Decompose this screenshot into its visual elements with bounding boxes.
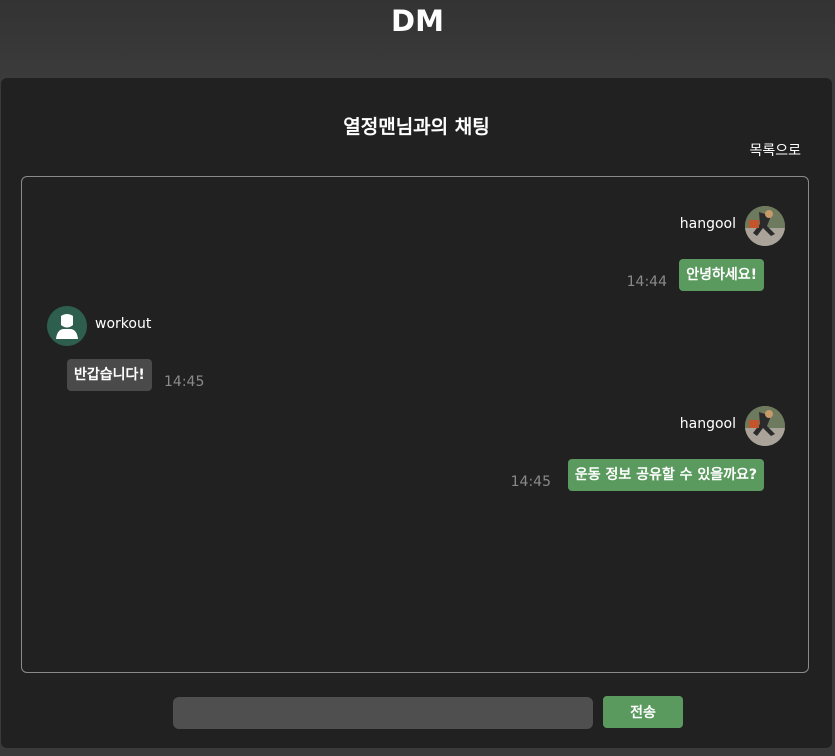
page-title: DM bbox=[391, 4, 444, 38]
message-time: 14:45 bbox=[510, 474, 551, 490]
avatar bbox=[47, 306, 87, 346]
sender-name: hangool bbox=[679, 416, 736, 432]
message-list[interactable]: hangool 안녕하세요! 14:44 workout 반갑습니다! 14:4… bbox=[21, 176, 809, 673]
message-input[interactable] bbox=[173, 697, 593, 729]
chat-title: 열정맨님과의 채팅 bbox=[343, 116, 490, 138]
message-time: 14:44 bbox=[626, 274, 667, 290]
avatar bbox=[745, 406, 785, 446]
top-header: DM bbox=[0, 0, 835, 78]
message-bubble: 안녕하세요! bbox=[679, 259, 764, 291]
back-to-list-link[interactable]: 목록으로 bbox=[749, 141, 801, 161]
message-time: 14:45 bbox=[164, 374, 205, 390]
profile-photo-icon bbox=[745, 206, 785, 246]
sender-name: workout bbox=[95, 316, 152, 332]
default-user-icon bbox=[47, 306, 87, 346]
profile-photo-icon bbox=[745, 406, 785, 446]
chat-panel: 열정맨님과의 채팅 목록으로 hangool 안녕하세요! 14:44 work… bbox=[1, 78, 832, 748]
send-button[interactable]: 전송 bbox=[603, 696, 683, 728]
sender-name: hangool bbox=[679, 216, 736, 232]
message-bubble: 반갑습니다! bbox=[67, 359, 152, 391]
message-bubble: 운동 정보 공유할 수 있을까요? bbox=[567, 459, 764, 491]
avatar bbox=[745, 206, 785, 246]
